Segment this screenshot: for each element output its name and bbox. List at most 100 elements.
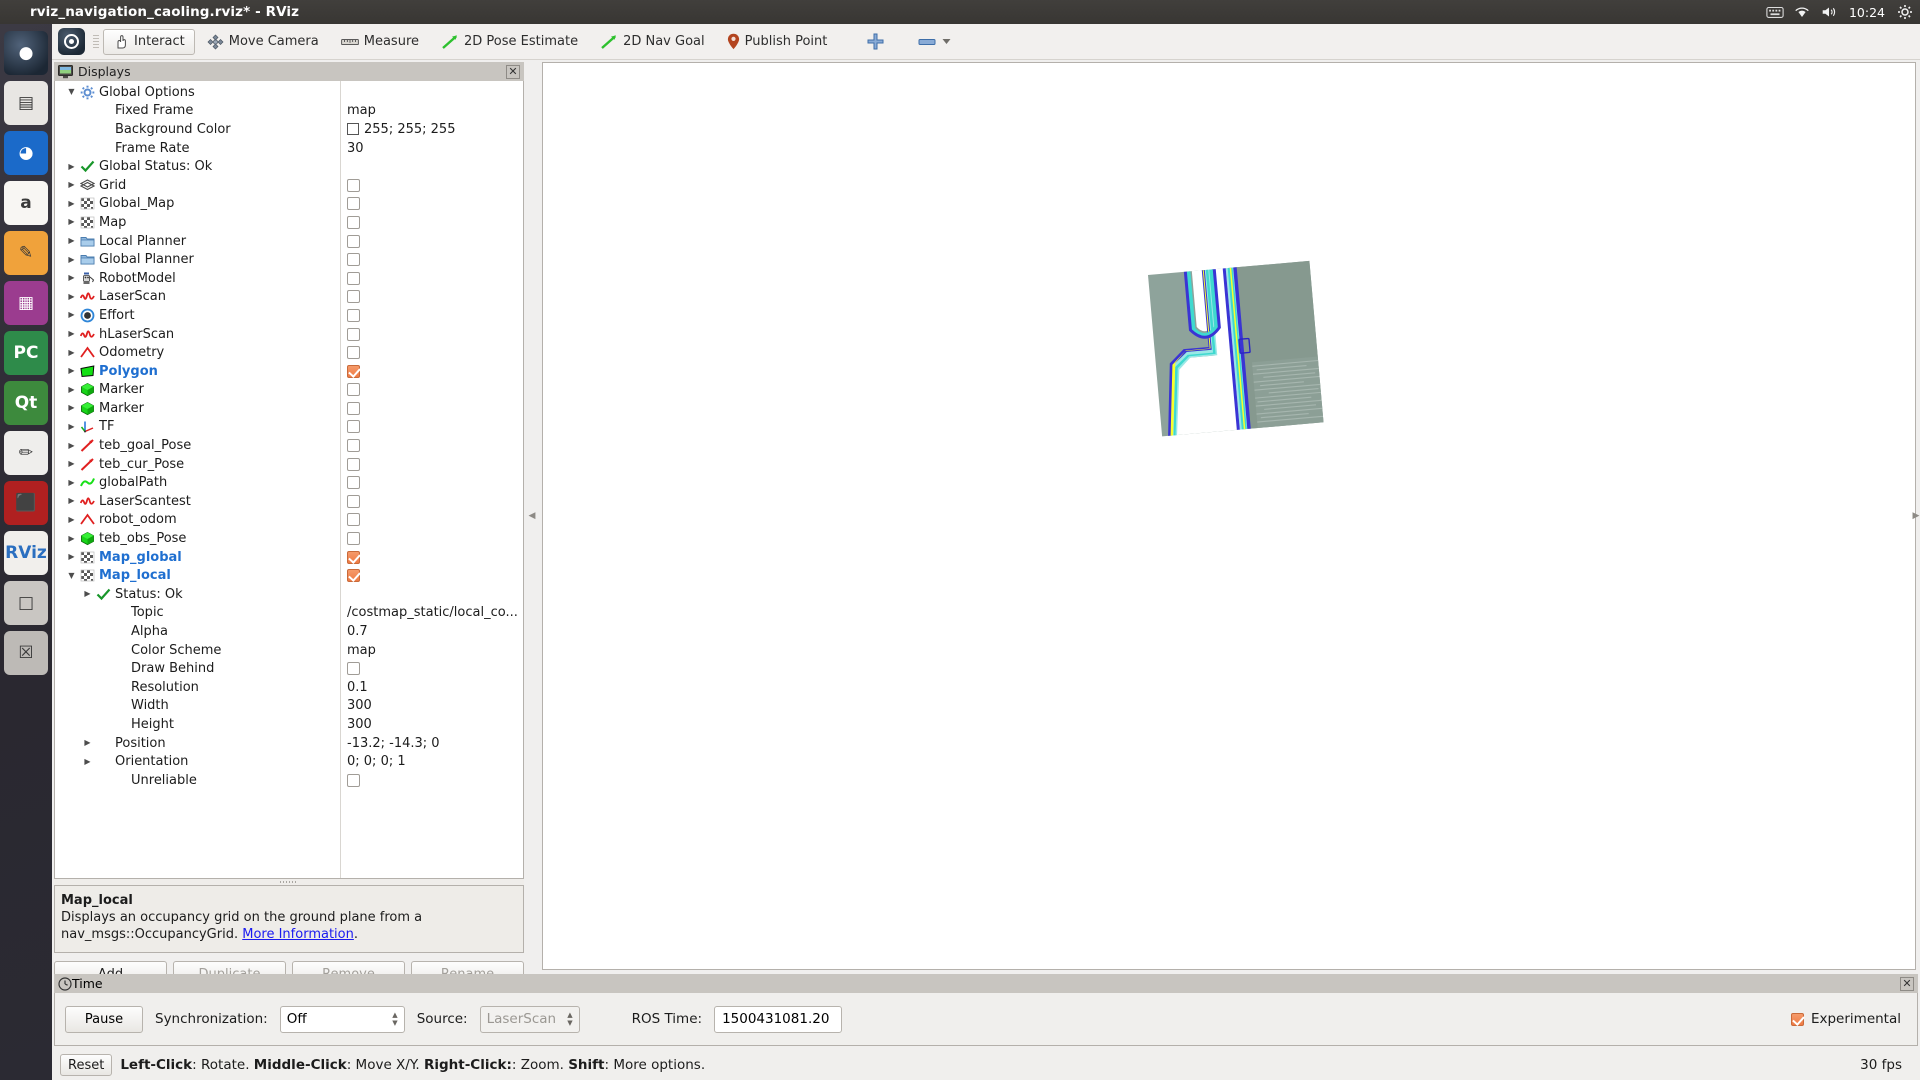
tree-row-value[interactable] bbox=[347, 439, 360, 453]
expand-arrow-right-icon[interactable]: ▶ bbox=[65, 534, 78, 543]
tree-row-value[interactable] bbox=[347, 420, 360, 434]
tree-row[interactable]: Topic/costmap_static/local_co... bbox=[55, 604, 523, 623]
expand-arrow-right-icon[interactable]: ▶ bbox=[65, 181, 78, 189]
tree-row[interactable]: ▶ Map bbox=[55, 213, 523, 232]
displays-tree[interactable]: ▼ Global Options Fixed Frame map Background… bbox=[54, 81, 524, 879]
launcher-item-amazon[interactable]: a bbox=[4, 181, 48, 225]
tree-row-value[interactable] bbox=[347, 178, 360, 192]
tree-row[interactable]: ▶ hLaserScan bbox=[55, 325, 523, 344]
tree-row[interactable]: ▶ Global Planner bbox=[55, 250, 523, 269]
tree-row-value[interactable] bbox=[347, 234, 360, 248]
tree-row[interactable]: Width 300 bbox=[55, 697, 523, 716]
tree-row-value[interactable] bbox=[347, 253, 360, 267]
launcher-item-ubuntu-dash[interactable]: ● bbox=[4, 31, 48, 75]
time-panel-close-icon[interactable]: ✕ bbox=[1900, 976, 1914, 991]
tree-row-value[interactable] bbox=[347, 494, 360, 508]
expand-arrow-right-icon[interactable]: ▶ bbox=[65, 367, 78, 375]
tree-row[interactable]: ▶ globalPath bbox=[55, 473, 523, 492]
tree-row-value[interactable] bbox=[347, 383, 360, 397]
tree-row-value[interactable] bbox=[347, 532, 360, 546]
expand-arrow-right-icon[interactable]: ▶ bbox=[65, 330, 78, 338]
tool-measure-button[interactable]: Measure bbox=[331, 29, 429, 55]
tree-row-value[interactable] bbox=[347, 364, 360, 378]
add-tool-button[interactable] bbox=[861, 33, 890, 50]
tree-row-value[interactable]: 255; 255; 255 bbox=[347, 122, 455, 137]
visibility-checkbox[interactable] bbox=[347, 773, 360, 787]
expand-arrow-right-icon[interactable]: ▶ bbox=[65, 422, 78, 431]
remove-tool-button[interactable] bbox=[914, 37, 955, 47]
tree-row[interactable]: Unreliable bbox=[55, 771, 523, 790]
expand-arrow-right-icon[interactable]: ▶ bbox=[65, 199, 78, 208]
clock-label[interactable]: 10:24 bbox=[1849, 5, 1885, 20]
expand-arrow-right-icon[interactable]: ▶ bbox=[65, 460, 78, 468]
launcher-item-pycharm[interactable]: PC bbox=[4, 331, 48, 375]
tree-row[interactable]: ▶ robot_odom bbox=[55, 511, 523, 530]
tree-row-value[interactable] bbox=[347, 327, 360, 341]
visibility-checkbox[interactable] bbox=[347, 215, 360, 229]
visibility-checkbox[interactable] bbox=[347, 401, 360, 415]
tool-interact-button[interactable]: Interact bbox=[103, 28, 195, 55]
visibility-checkbox[interactable] bbox=[347, 234, 360, 248]
tree-row[interactable]: ▶ Global_Map bbox=[55, 195, 523, 214]
tree-row[interactable]: ▶ LaserScantest bbox=[55, 492, 523, 511]
reset-button[interactable]: Reset bbox=[60, 1054, 113, 1076]
keyboard-icon[interactable] bbox=[1766, 4, 1784, 20]
expand-arrow-right-icon[interactable]: ▶ bbox=[65, 274, 78, 282]
render-viewport[interactable] bbox=[542, 62, 1916, 970]
tree-row[interactable]: ▼ Global Options bbox=[55, 83, 523, 102]
expand-arrow-right-icon[interactable]: ▶ bbox=[65, 292, 78, 301]
tree-row[interactable]: Draw Behind bbox=[55, 659, 523, 678]
launcher-item-files[interactable]: ▤ bbox=[4, 81, 48, 125]
tree-row[interactable]: ▶ LaserScan bbox=[55, 288, 523, 307]
visibility-checkbox[interactable] bbox=[347, 569, 360, 583]
tree-row-value[interactable]: 300 bbox=[347, 698, 372, 713]
tool-2d-nav-goal-button[interactable]: 2D Nav Goal bbox=[590, 29, 715, 55]
launcher-item-trash[interactable]: ☒ bbox=[4, 631, 48, 675]
color-swatch[interactable] bbox=[347, 123, 359, 136]
tree-row-value[interactable]: 0.1 bbox=[347, 680, 368, 695]
tree-row-value[interactable]: map bbox=[347, 103, 376, 118]
tree-row-value[interactable] bbox=[347, 290, 360, 304]
visibility-checkbox[interactable] bbox=[347, 439, 360, 453]
expand-arrow-down-icon[interactable]: ▼ bbox=[65, 571, 78, 580]
tree-row-value[interactable] bbox=[347, 308, 360, 322]
tree-row[interactable]: ▶ Global Status: Ok bbox=[55, 157, 523, 176]
visibility-checkbox[interactable] bbox=[347, 178, 360, 192]
tree-row[interactable]: ▶ Grid bbox=[55, 176, 523, 195]
expand-arrow-right-icon[interactable]: ▶ bbox=[65, 478, 78, 487]
tree-row[interactable]: ▶ Status: Ok bbox=[55, 585, 523, 604]
expand-arrow-right-icon[interactable]: ▶ bbox=[81, 757, 94, 766]
visibility-checkbox[interactable] bbox=[347, 308, 360, 322]
tree-row[interactable]: Height 300 bbox=[55, 715, 523, 734]
tree-row-value[interactable] bbox=[347, 476, 360, 490]
collapse-arrow-icon[interactable]: ◀ bbox=[529, 511, 536, 521]
visibility-checkbox[interactable] bbox=[347, 476, 360, 490]
expand-arrow-icon[interactable]: ▶ bbox=[1913, 511, 1920, 521]
tree-row-value[interactable] bbox=[347, 457, 360, 471]
launcher-item-firefox[interactable]: ◕ bbox=[4, 131, 48, 175]
tree-row-value[interactable] bbox=[347, 569, 360, 583]
expand-arrow-right-icon[interactable]: ▶ bbox=[65, 497, 78, 505]
launcher-item-gallery[interactable]: ▦ bbox=[4, 281, 48, 325]
tree-row[interactable]: ▶ teb_goal_Pose bbox=[55, 436, 523, 455]
tree-row[interactable]: Resolution 0.1 bbox=[55, 678, 523, 697]
visibility-checkbox[interactable] bbox=[347, 197, 360, 211]
tool-publish-point-button[interactable]: Publish Point bbox=[717, 29, 838, 55]
tree-row[interactable]: ▶ Orientation 0; 0; 0; 1 bbox=[55, 752, 523, 771]
experimental-toggle[interactable]: Experimental bbox=[1790, 1011, 1907, 1027]
synchronization-select[interactable]: Off ▲ ▼ bbox=[279, 1005, 405, 1033]
tree-row[interactable]: ▶ TF bbox=[55, 418, 523, 437]
tree-row[interactable]: Frame Rate 30 bbox=[55, 139, 523, 158]
tree-row[interactable]: ▶ Marker bbox=[55, 381, 523, 400]
visibility-checkbox[interactable] bbox=[347, 253, 360, 267]
tree-row[interactable]: ▶ Odometry bbox=[55, 343, 523, 362]
tree-row[interactable]: ▶ Effort bbox=[55, 306, 523, 325]
visibility-checkbox[interactable] bbox=[347, 513, 360, 527]
expand-arrow-right-icon[interactable]: ▶ bbox=[65, 441, 78, 450]
tree-row[interactable]: ▶ Position -13.2; -14.3; 0 bbox=[55, 734, 523, 753]
tree-row[interactable]: ▶ Local Planner bbox=[55, 232, 523, 251]
experimental-checkbox[interactable] bbox=[1790, 1012, 1804, 1026]
tree-row-value[interactable] bbox=[347, 401, 360, 415]
dock-splitter[interactable]: ◀ bbox=[526, 62, 538, 970]
tree-row-value[interactable] bbox=[347, 662, 360, 676]
